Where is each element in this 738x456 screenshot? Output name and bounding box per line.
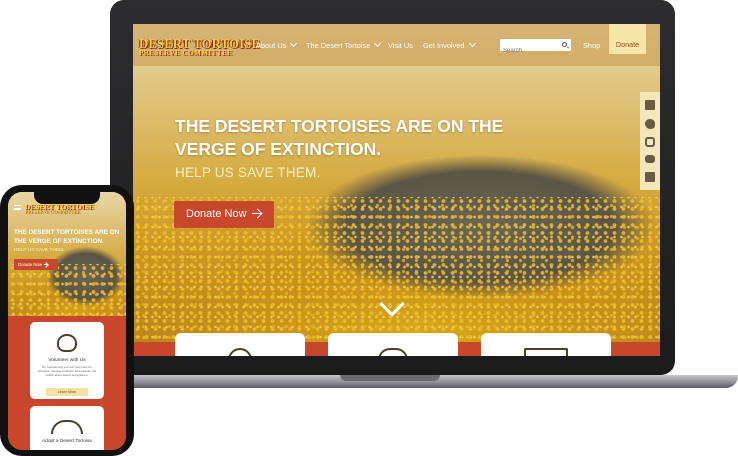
phone-screen: DESERT TORTOISE PRESERVE COMMITTEE THE D… xyxy=(8,192,126,450)
feature-card[interactable] xyxy=(328,333,458,356)
instagram-icon[interactable] xyxy=(645,136,655,147)
card-title: Volunteer with Us xyxy=(48,358,86,363)
donate-button[interactable]: Donate xyxy=(609,24,646,54)
hero-subhead: HELP US SAVE THEM. xyxy=(14,248,65,253)
twitter-icon[interactable] xyxy=(645,118,655,129)
site-logo-subtitle[interactable]: PRESERVE COMMITTEE xyxy=(139,49,232,57)
feature-card[interactable] xyxy=(481,333,611,356)
linkedin-icon[interactable] xyxy=(645,171,655,182)
hero-headline: THE DESERT TORTOISES ARE ON THE VERGE OF… xyxy=(14,229,120,245)
nav-visit-us[interactable]: Visit Us xyxy=(388,41,413,50)
learn-more-button[interactable]: Learn More xyxy=(46,388,88,396)
nav-get-involved[interactable]: Get Involved xyxy=(423,39,476,50)
nav-label: Get Involved xyxy=(423,41,465,50)
laptop-hinge-notch xyxy=(340,375,440,381)
nav-label: Visit Us xyxy=(388,41,413,50)
site-logo-subtitle[interactable]: PRESERVE COMMITTEE xyxy=(25,209,80,214)
feature-card[interactable] xyxy=(175,333,305,356)
card-title: Adopt a Desert Tortoise xyxy=(41,439,93,444)
hamburger-menu-icon[interactable] xyxy=(14,205,21,210)
heart-hand-icon xyxy=(228,348,252,356)
card-text: By volunteering you can help care for to… xyxy=(37,365,97,377)
hero-subhead: HELP US SAVE THEM. xyxy=(175,165,321,180)
site-header: DESERT TORTOISE PRESERVE COMMITTEE About… xyxy=(133,24,660,66)
donate-now-button[interactable]: Donate Now xyxy=(14,259,58,270)
nav-label: The Desert Tortoise xyxy=(306,41,371,50)
facebook-icon[interactable] xyxy=(645,100,655,111)
donate-now-label: Donate Now xyxy=(18,262,43,267)
donate-now-label: Donate Now xyxy=(186,208,247,220)
phone-notch xyxy=(34,192,100,204)
tortoise-icon xyxy=(51,420,83,434)
chevron-down-icon xyxy=(290,39,298,48)
device-mockup-stage: DESERT TORTOISE PRESERVE COMMITTEE About… xyxy=(0,0,738,456)
nav-the-desert-tortoise[interactable]: The Desert Tortoise xyxy=(306,39,382,50)
adopt-card[interactable]: Adopt a Desert Tortoise xyxy=(30,406,104,450)
chevron-down-icon xyxy=(374,39,382,48)
search-input[interactable] xyxy=(500,45,558,57)
chevron-down-icon xyxy=(468,39,476,48)
social-sidebar xyxy=(640,92,660,190)
nav-shop[interactable]: Shop xyxy=(583,41,600,50)
volunteer-card[interactable]: Volunteer with Us By volunteering you ca… xyxy=(30,322,104,399)
youtube-icon[interactable] xyxy=(645,155,655,164)
donate-now-button[interactable]: Donate Now xyxy=(174,201,274,228)
search-icon[interactable] xyxy=(562,42,567,47)
arrow-right-icon xyxy=(251,212,261,214)
nav-label: About Us xyxy=(256,41,287,50)
nav-about-us[interactable]: About Us xyxy=(256,39,298,50)
heart-hand-icon xyxy=(57,334,77,352)
hero-headline: THE DESERT TORTOISES ARE ON THE VERGE OF… xyxy=(175,116,504,159)
tortoise-icon xyxy=(378,348,408,356)
arrow-right-icon xyxy=(44,264,49,265)
mobile-hero: DESERT TORTOISE PRESERVE COMMITTEE THE D… xyxy=(8,192,126,330)
sign-icon xyxy=(524,348,568,356)
search-box xyxy=(500,39,571,57)
laptop-screen: DESERT TORTOISE PRESERVE COMMITTEE About… xyxy=(133,24,660,356)
